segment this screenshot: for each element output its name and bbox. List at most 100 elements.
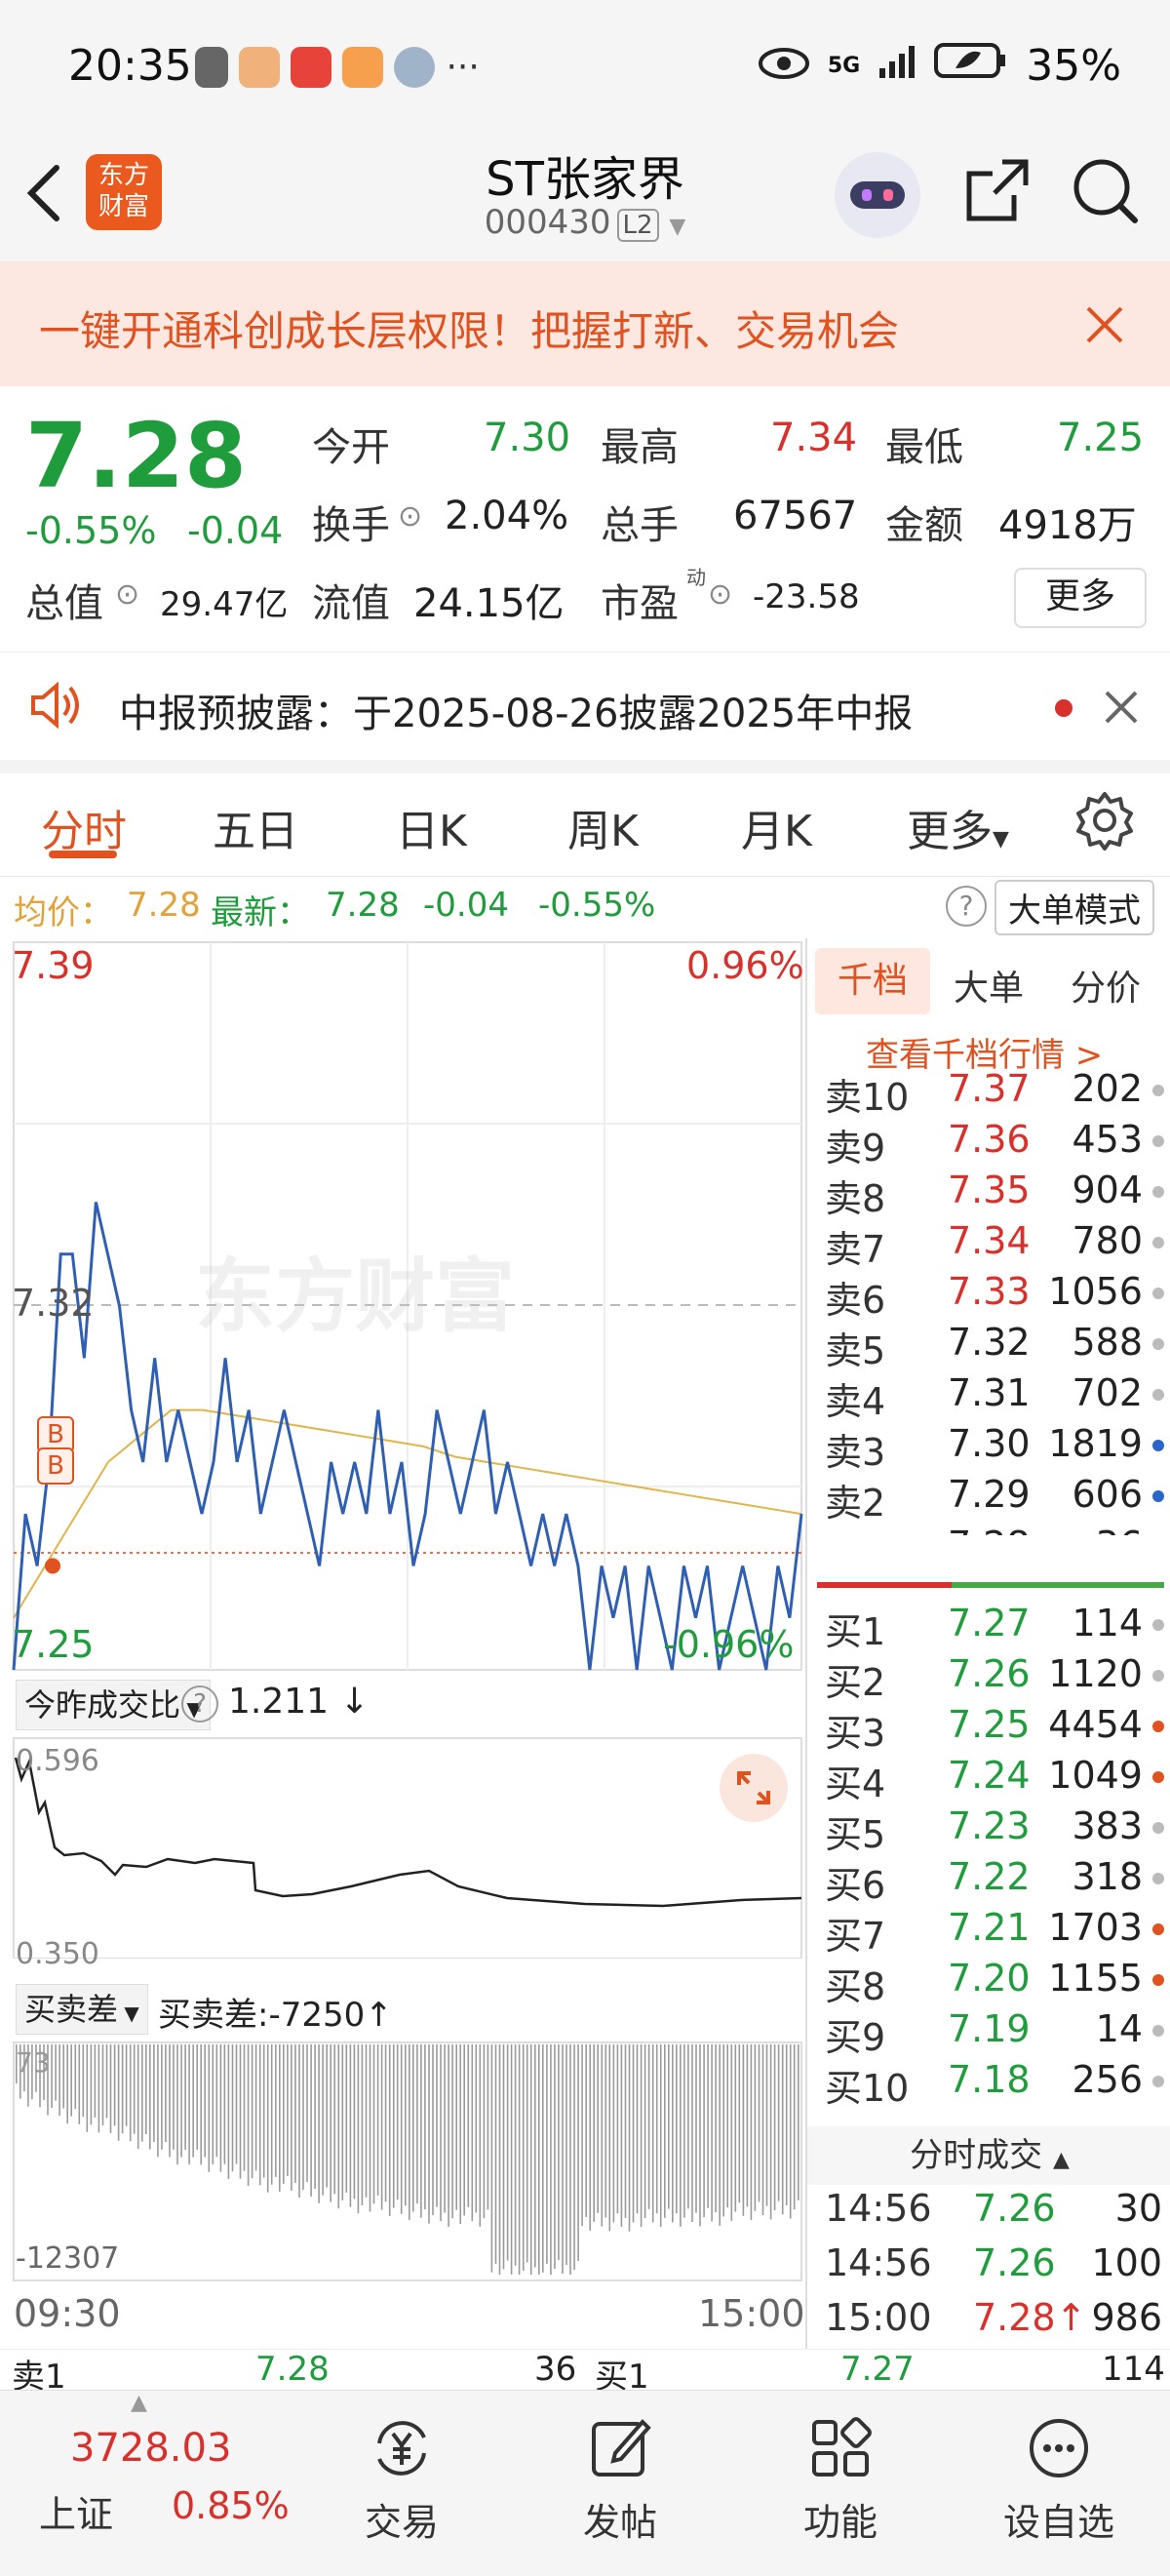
notification-icons: ···: [195, 47, 480, 88]
ask-row[interactable]: 卖3 7.30 1819: [817, 1422, 1168, 1474]
order-book: 千档 大单 分价 查看千档行情 > 卖10 7.37 202 卖9 7.36 453 卖8 7…: [805, 938, 1170, 2349]
diff-bar: [765, 2044, 768, 2206]
bid-row[interactable]: 买10 7.18 256: [817, 2058, 1168, 2110]
help-icon[interactable]: ?: [181, 1685, 218, 1723]
diff-selector[interactable]: 买卖差 ▼: [16, 1984, 148, 2035]
bid-row[interactable]: 买7 7.21 1703: [817, 1906, 1168, 1958]
tab-price-distribution[interactable]: 分价: [1071, 960, 1141, 1011]
nav-add-watchlist[interactable]: 设自选: [981, 2414, 1137, 2546]
ask-price: 7.32: [948, 1321, 1031, 1364]
close-icon[interactable]: [1084, 304, 1125, 349]
ask-label: 卖4: [825, 1380, 886, 1423]
bid-row[interactable]: 买3 7.25 4454: [817, 1703, 1168, 1755]
close-icon[interactable]: [1104, 690, 1139, 729]
activity-dot: [1152, 1237, 1164, 1248]
avg-label: 均价：: [14, 893, 113, 932]
bid-volume: 1155: [1048, 1957, 1143, 2000]
search-icon[interactable]: [1071, 156, 1141, 230]
buy-marker[interactable]: B: [37, 1447, 74, 1485]
diff-bar: [125, 2044, 128, 2126]
nav-post[interactable]: 发帖: [542, 2414, 698, 2546]
info-icon[interactable]: ⊙: [398, 499, 422, 534]
promo-banner[interactable]: 一键开通科创成长层权限！把握打新、交易机会: [0, 261, 1170, 386]
diff-bar: [769, 2044, 772, 2220]
tab-big-orders[interactable]: 大单: [954, 960, 1024, 1011]
diff-bar: [758, 2044, 760, 2202]
ask-row[interactable]: 卖1 7.28 36: [817, 1524, 1168, 1535]
ask-row[interactable]: 卖10 7.37 202: [817, 1067, 1168, 1119]
diff-bar: [707, 2044, 709, 2208]
info-icon[interactable]: ⊙: [115, 577, 139, 612]
bid-row[interactable]: 买1 7.27 114: [817, 1602, 1168, 1653]
chart-svg[interactable]: [0, 938, 805, 1959]
diff-bar: [302, 2044, 304, 2190]
diff-bar: [283, 2044, 285, 2184]
tab-more-label: 更多: [907, 807, 993, 856]
notice-bar[interactable]: 中报预披露：于2025-08-26披露2025年中报: [0, 652, 1170, 773]
diff-bar: [659, 2044, 662, 2228]
activity-dot: [1152, 1771, 1164, 1783]
diff-bar: [428, 2044, 430, 2224]
low-label: 最低: [885, 425, 963, 470]
assistant-robot-icon[interactable]: [835, 152, 920, 238]
trade-list[interactable]: 14:56 7.26 30 14:56 7.26 100 15:00 7.28↑ 986: [807, 2187, 1170, 2353]
ask-row[interactable]: 卖6 7.33 1056: [817, 1270, 1168, 1322]
diff-bar: [188, 2044, 190, 2165]
diff-bar: [542, 2044, 544, 2273]
bid-price: 7.20: [948, 1957, 1031, 2000]
intraday-chart[interactable]: 7.39 0.96% 7.32 7.25 -0.96% 东方财富 B B 今昨成…: [0, 938, 805, 1971]
ask-row[interactable]: 卖4 7.31 702: [817, 1371, 1168, 1423]
tab-underline: [49, 851, 117, 858]
diff-panel[interactable]: 73 -12307: [0, 2041, 805, 2282]
diff-bar: [70, 2044, 72, 2117]
index-ticker[interactable]: ▲ 3728.03 上证 0.85%: [0, 2391, 292, 2576]
gear-icon[interactable]: [1074, 790, 1135, 854]
tab-monthly-k[interactable]: 月K: [741, 796, 812, 858]
ask-row[interactable]: 卖7 7.34 780: [817, 1219, 1168, 1271]
diff-bar: [380, 2044, 383, 2210]
diff-bar: [487, 2044, 489, 2210]
ask-price: 7.33: [948, 1270, 1031, 1313]
info-icon[interactable]: ⊙: [708, 577, 732, 612]
help-icon[interactable]: ?: [946, 886, 987, 927]
tab-intraday[interactable]: 分时: [41, 796, 127, 858]
change-value: -0.04: [187, 509, 284, 552]
trades-header[interactable]: 分时成交 ▲: [807, 2126, 1170, 2185]
expand-icon[interactable]: [720, 1754, 788, 1822]
nav-trade[interactable]: 交易: [324, 2414, 480, 2546]
more-button[interactable]: 更多: [1014, 568, 1147, 628]
trade-point[interactable]: [45, 1558, 60, 1574]
bid-list[interactable]: 买1 7.27 114 买2 7.26 1120 买3 7.25 4454 买4 7.24 1049 买…: [807, 1602, 1170, 2128]
big-order-mode-button[interactable]: 大单模式: [994, 880, 1154, 935]
ask-row[interactable]: 卖9 7.36 453: [817, 1118, 1168, 1169]
dropdown-icon: ▼: [118, 2001, 139, 2025]
diff-bar: [566, 2044, 567, 2266]
tab-daily-k[interactable]: 日K: [396, 796, 467, 858]
bid-row[interactable]: 买9 7.19 14: [817, 2007, 1168, 2059]
ask-row[interactable]: 卖2 7.29 606: [817, 1473, 1168, 1525]
bid-row[interactable]: 买6 7.22 318: [817, 1855, 1168, 1907]
diff-bar: [448, 2044, 449, 2227]
ask-list[interactable]: 卖10 7.37 202 卖9 7.36 453 卖8 7.35 904 卖7 7.34 780 卖6 7…: [807, 1067, 1170, 1535]
bid-row[interactable]: 买4 7.24 1049: [817, 1754, 1168, 1805]
share-icon[interactable]: [963, 156, 1032, 228]
tab-more[interactable]: 更多▼: [907, 796, 1009, 858]
tab-thousand-levels[interactable]: 千档: [815, 948, 930, 1014]
tab-weekly-k[interactable]: 周K: [567, 796, 639, 858]
diff-bar: [593, 2044, 595, 2222]
activity-dot: [1152, 1288, 1164, 1299]
bid-row[interactable]: 买5 7.23 383: [817, 1804, 1168, 1856]
nav-functions[interactable]: 功能: [762, 2414, 918, 2546]
ask-price: 7.34: [948, 1219, 1031, 1262]
ask-row[interactable]: 卖8 7.35 904: [817, 1169, 1168, 1220]
bid-row[interactable]: 买8 7.20 1155: [817, 1957, 1168, 2008]
tab-five-day[interactable]: 五日: [213, 796, 298, 858]
ask-row[interactable]: 卖5 7.32 588: [817, 1321, 1168, 1372]
diff-bar: [534, 2044, 536, 2268]
diff-bar: [275, 2044, 277, 2177]
bid-row[interactable]: 买2 7.26 1120: [817, 1652, 1168, 1704]
diff-bar: [149, 2044, 151, 2150]
diff-bar: [173, 2044, 175, 2150]
diff-bar: [337, 2044, 340, 2209]
diff-bar: [396, 2044, 399, 2200]
